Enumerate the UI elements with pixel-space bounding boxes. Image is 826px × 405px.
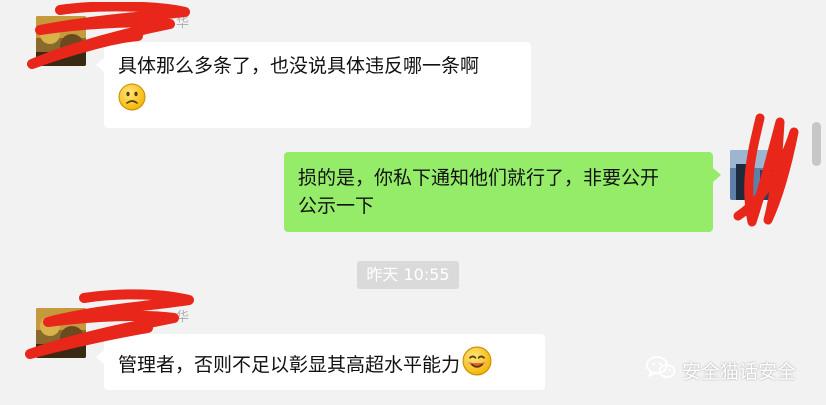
timestamp-divider: 昨天 10:55	[357, 261, 459, 289]
wechat-icon	[646, 355, 676, 386]
chat-window: { "messages": [ { "nickname": "华", "line…	[0, 0, 826, 405]
message-text: 损的是，你私下通知他们就行了，非要公开	[298, 167, 660, 189]
bubble-tail	[96, 58, 104, 72]
message-text: 管理者，否则不足以彰显其高超水平能力	[118, 354, 461, 376]
watermark-text: 安全猫话安全	[682, 360, 797, 383]
contact-avatar[interactable]	[36, 308, 86, 358]
message-text: 公示一下	[298, 195, 375, 217]
message-bubble[interactable]: 损的是，你私下通知他们就行了，非要公开 公示一下	[284, 152, 713, 232]
contact-nickname: 华	[176, 16, 190, 31]
self-avatar[interactable]	[730, 150, 780, 200]
message-bubble[interactable]: 管理者，否则不足以彰显其高超水平能力	[104, 334, 545, 390]
contact-nickname: 华	[176, 310, 190, 325]
scrollbar-thumb[interactable]	[812, 122, 821, 166]
message-text: 具体那么多条了，也没说具体违反哪一条啊	[118, 55, 480, 77]
message-bubble[interactable]: 具体那么多条了，也没说具体违反哪一条啊	[104, 42, 531, 128]
smiling-face-emoji	[462, 346, 492, 384]
watermark: 安全猫话安全	[646, 355, 797, 386]
frowning-face-emoji	[118, 83, 146, 119]
contact-avatar[interactable]	[36, 16, 86, 66]
bubble-tail	[713, 168, 721, 182]
bubble-tail	[96, 350, 104, 364]
